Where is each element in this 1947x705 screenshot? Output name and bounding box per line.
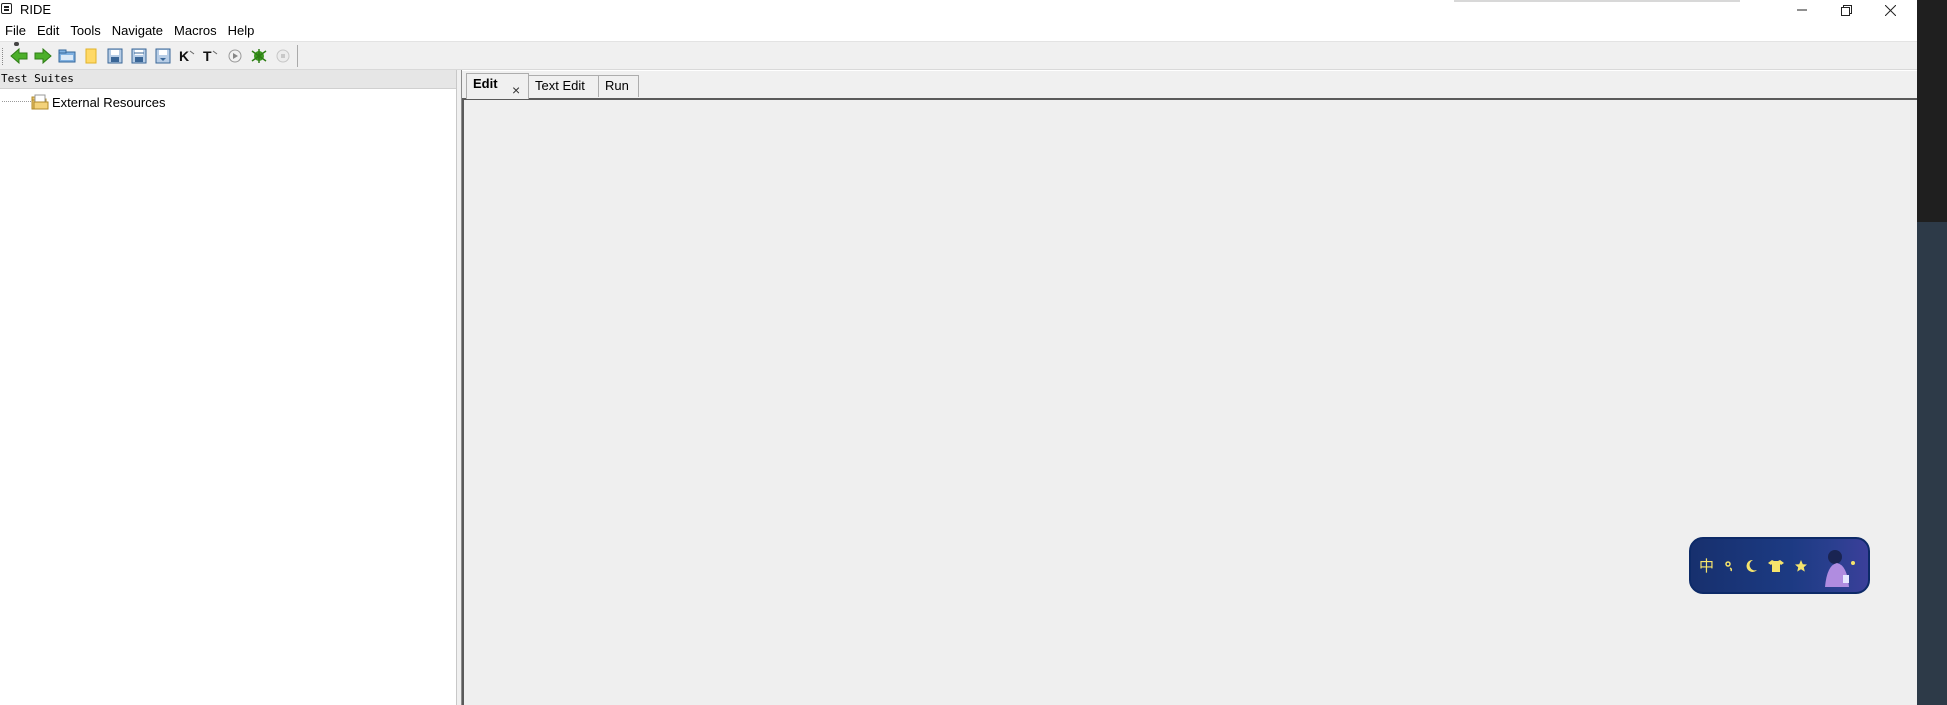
ride-window: RIDE File Edit Tools Navigate Macros Hel… (0, 0, 1917, 705)
search-tests-button[interactable]: T (200, 46, 222, 66)
toolbar-grip[interactable] (2, 48, 5, 65)
minimize-button[interactable] (1780, 0, 1824, 20)
menu-tools[interactable]: Tools (65, 20, 106, 41)
app-icon (1, 3, 12, 14)
title-bar: RIDE (0, 0, 1917, 20)
run-icon (228, 49, 242, 63)
moon-icon[interactable] (1744, 559, 1758, 573)
back-button[interactable] (8, 46, 30, 66)
save-all-button[interactable] (128, 46, 150, 66)
save-button[interactable] (104, 46, 126, 66)
forward-button[interactable] (32, 46, 54, 66)
tab-close-icon[interactable]: × (512, 80, 520, 100)
menu-navigate[interactable]: Navigate (107, 20, 169, 41)
open-button[interactable] (56, 46, 78, 66)
punctuation-icon[interactable] (1724, 560, 1734, 572)
save-all-icon (131, 48, 147, 64)
menu-help[interactable]: Help (223, 20, 261, 41)
panel-header: Test Suites (0, 70, 456, 89)
menu-macros[interactable]: Macros (169, 20, 223, 41)
restore-icon (1840, 4, 1852, 16)
background-window-edge (1917, 0, 1947, 705)
test-suites-panel: Test Suites External Resources (0, 70, 456, 705)
minimize-icon (1797, 9, 1807, 11)
restore-button[interactable] (1824, 0, 1868, 20)
background-window-lower (1917, 222, 1947, 705)
debug-icon (251, 49, 267, 63)
close-icon (1884, 4, 1896, 16)
tab-edit[interactable]: Edit × (466, 73, 529, 99)
editor-panel: Edit × Text Edit Run (462, 70, 1917, 705)
tab-strip: Edit × Text Edit Run (462, 70, 1917, 101)
search-keywords-icon: K (179, 48, 195, 64)
open-directory-icon (85, 48, 97, 64)
search-tests-icon: T (203, 48, 218, 64)
ime-mode-label[interactable]: 中 (1699, 555, 1714, 576)
search-keywords-button[interactable]: K (176, 46, 198, 66)
close-button[interactable] (1868, 0, 1912, 20)
tree-connector (2, 101, 31, 103)
open-directory-button[interactable] (80, 46, 102, 66)
tree-item-label: External Resources (52, 94, 166, 110)
tab-edit-label: Edit (473, 76, 498, 91)
stop-button[interactable] (272, 46, 294, 66)
toolbar-separator (297, 45, 298, 67)
save-icon (107, 48, 123, 64)
tab-text-edit-label: Text Edit (535, 78, 585, 93)
tab-run-label: Run (605, 78, 629, 93)
menu-bar: File Edit Tools Navigate Macros Help (0, 20, 1917, 41)
tree-item-external-resources[interactable]: External Resources (0, 93, 165, 111)
overlay-strip (1454, 0, 1740, 2)
window-title: RIDE (20, 2, 52, 17)
forward-icon (34, 48, 52, 64)
tab-text-edit[interactable]: Text Edit (528, 75, 599, 97)
svg-text:K: K (179, 48, 189, 64)
save-as-icon (155, 48, 171, 64)
tab-run[interactable]: Run (598, 75, 639, 97)
star-icon[interactable] (1794, 559, 1808, 573)
back-icon (10, 48, 28, 64)
menu-file[interactable]: File (0, 20, 32, 41)
edit-content-area[interactable] (462, 98, 1917, 705)
ime-decoration-figure (1825, 550, 1855, 587)
save-as-button[interactable] (152, 46, 174, 66)
run-button[interactable] (224, 46, 246, 66)
toolbar: K T (0, 41, 1917, 70)
svg-text:T: T (203, 48, 212, 64)
skin-shirt-icon[interactable] (1768, 559, 1785, 573)
stop-icon (276, 49, 290, 63)
open-folder-icon (58, 49, 76, 63)
ime-toolbar[interactable]: 中 (1689, 537, 1870, 594)
debug-button[interactable] (248, 46, 270, 66)
folder-icon (31, 94, 49, 110)
menu-edit[interactable]: Edit (32, 20, 65, 41)
